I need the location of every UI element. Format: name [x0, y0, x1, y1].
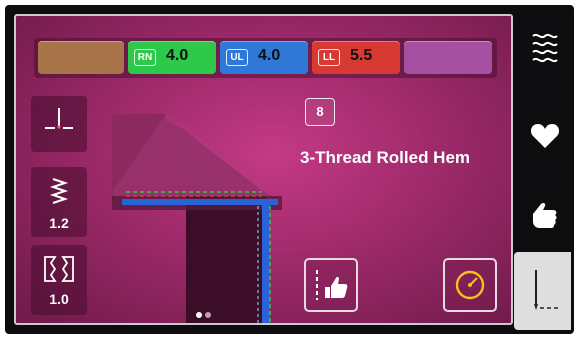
stitch-menu-icon: [532, 33, 558, 63]
tension-rn[interactable]: RN 4.0: [128, 41, 216, 74]
speed-icon: [455, 270, 485, 300]
tension-ll[interactable]: LL 5.5: [312, 41, 400, 74]
stitch-name: 3-Thread Rolled Hem: [300, 148, 471, 167]
page-dot-1[interactable]: [196, 312, 202, 318]
tension-slot-5[interactable]: [404, 41, 492, 74]
tension-ll-value: 5.5: [350, 47, 373, 64]
hand-icon: [533, 202, 557, 228]
tension-ul[interactable]: UL 4.0: [220, 41, 308, 74]
program-number: 8: [305, 98, 335, 126]
differential-feed-value: 1.0: [49, 291, 69, 307]
techniques-tab[interactable]: [519, 184, 571, 242]
page-indicator: [196, 305, 214, 323]
differential-feed-button[interactable]: 1.0: [31, 245, 87, 315]
tension-rn-code: RN: [134, 49, 156, 66]
needle-position-icon: [45, 108, 73, 129]
tension-ul-code: UL: [226, 49, 248, 66]
page-dot-2[interactable]: [205, 312, 211, 318]
stitch-menu-tab[interactable]: [519, 18, 571, 76]
stitch-length-value: 1.2: [49, 215, 69, 231]
speed-button[interactable]: [443, 258, 497, 312]
heart-icon: [530, 124, 560, 148]
tension-ll-code: LL: [318, 49, 340, 66]
right-nav: [519, 14, 571, 325]
sewing-tips-icon: [316, 270, 348, 300]
tension-slot-1[interactable]: [38, 41, 124, 74]
needle-position-button[interactable]: [31, 96, 87, 152]
sewing-tips-button[interactable]: [304, 258, 358, 312]
stitch-length-icon: [49, 178, 69, 204]
tension-ul-value: 4.0: [258, 47, 281, 64]
differential-feed-icon: [44, 256, 74, 282]
tension-rn-value: 4.0: [166, 47, 189, 64]
favorites-tab[interactable]: [519, 108, 571, 166]
stitch-length-button[interactable]: 1.2: [31, 167, 87, 237]
